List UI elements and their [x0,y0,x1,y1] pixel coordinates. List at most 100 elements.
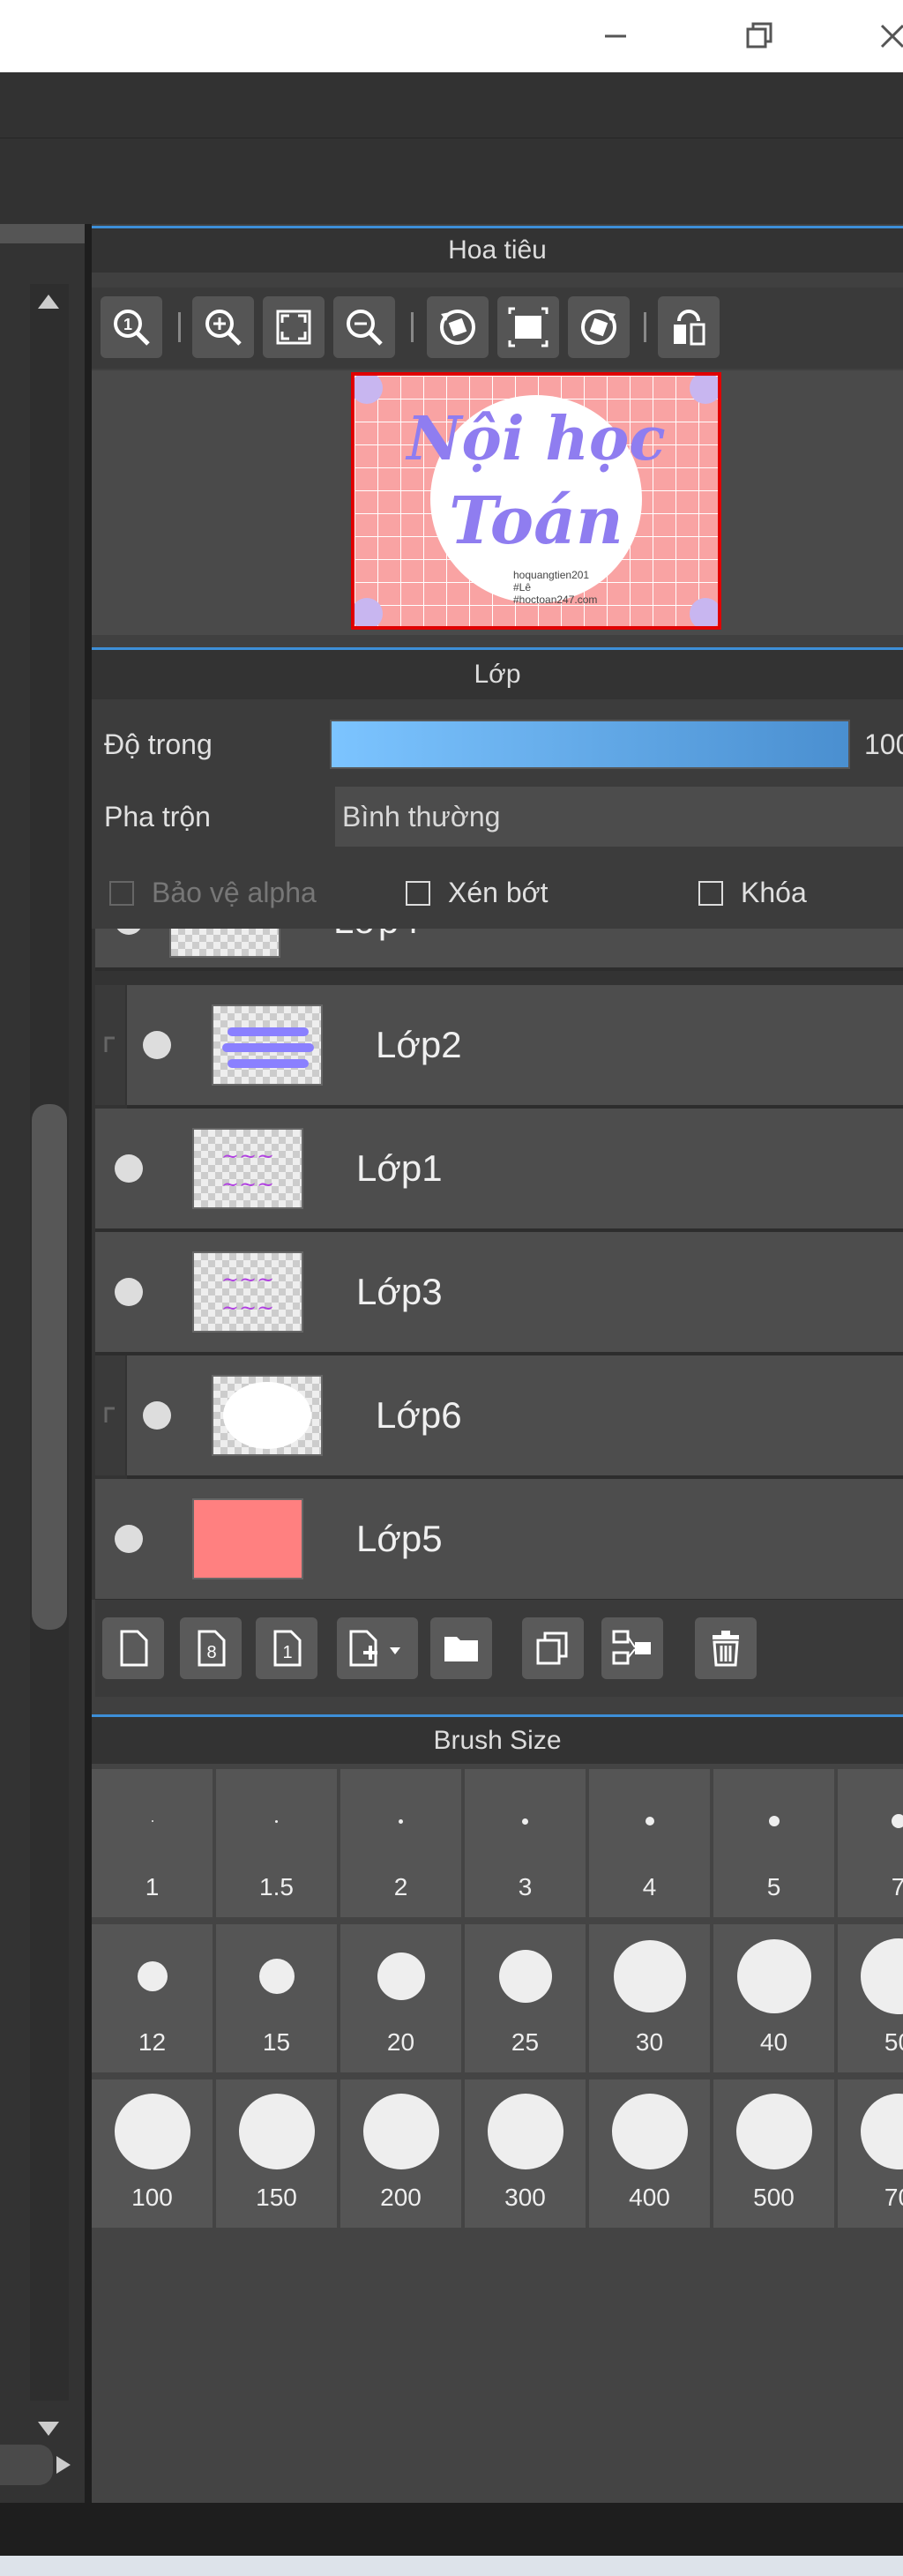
layer-toolbar: 8 1 [95,1600,903,1697]
brush-size-preview [735,2079,812,2184]
brush-size-label: 5 [766,1873,781,1900]
add-layer-menu-button[interactable] [337,1617,418,1679]
opacity-value: 100 [864,728,903,760]
duplicate-layer-button[interactable] [522,1617,584,1679]
fit-window-button[interactable] [497,296,559,358]
visibility-eye-icon[interactable] [115,1525,143,1553]
layer-row[interactable]: Lớp4 [95,929,903,971]
fit-button[interactable] [263,296,325,358]
toolbar-separator [644,312,646,342]
visibility-eye-icon[interactable] [115,929,143,935]
new-layer-button[interactable] [102,1617,164,1679]
layer-thumbnail [169,929,280,958]
brush-size-cell[interactable]: 12 [92,1924,213,2072]
zoom-actual-button[interactable]: 1 [101,296,162,358]
brush-size-preview [114,2079,190,2184]
brush-size-cell[interactable]: 300 [465,2079,586,2228]
panel-divider[interactable] [85,224,92,2503]
horizontal-scrollbar-thumb[interactable] [0,2445,53,2485]
brush-size-label: 500 [753,2184,795,2211]
brush-size-cell[interactable]: 150 [216,2079,337,2228]
lock-box [698,880,723,906]
new-8bit-layer-button[interactable]: 8 [180,1617,242,1679]
clip-checkbox[interactable]: Xén bớt [406,877,549,909]
brush-size-cell[interactable]: 50 [838,1924,903,2072]
rotate-right-button[interactable] [568,296,630,358]
layer-row[interactable]: Lớp5 [95,1479,903,1600]
merge-layer-button[interactable] [601,1617,663,1679]
brush-size-cell[interactable]: 500 [713,2079,834,2228]
new-folder-button[interactable] [430,1617,492,1679]
brush-dot [611,2094,688,2169]
brush-size-cell[interactable]: 2 [340,1769,461,1917]
rotate-left-button[interactable] [427,296,489,358]
scroll-down-arrow-icon[interactable] [35,2418,62,2444]
layer-row[interactable]: Lớp6 [127,1355,903,1479]
navigator-preview[interactable]: Nội học Toán hoquangtien201 #Lê #hoctoan… [351,372,721,630]
zoom-in-button[interactable] [192,296,254,358]
brush-size-label: 4 [642,1873,657,1900]
brush-size-label: 50 [884,2028,903,2056]
brush-size-cell[interactable]: 5 [713,1769,834,1917]
brush-size-cell[interactable]: 15 [216,1924,337,2072]
visibility-eye-icon[interactable] [115,1278,143,1306]
brush-size-cell[interactable]: 3 [465,1769,586,1917]
delete-icon [713,1631,739,1667]
visibility-eye-icon[interactable] [115,1154,143,1183]
brush-size-preview [258,1924,295,2028]
brush-size-cell[interactable]: 25 [465,1924,586,2072]
restore-button[interactable] [734,12,783,60]
close-icon [880,24,903,49]
layer-row[interactable]: ~~~ ~~~ Lớp3 [95,1232,903,1355]
blend-mode-select[interactable]: Bình thường [335,787,903,847]
delete-layer-button[interactable] [695,1617,757,1679]
visibility-eye-icon[interactable] [143,1031,171,1059]
brush-dot [377,1953,425,2000]
layer-row[interactable]: ~~~ ~~~ Lớp1 [95,1109,903,1232]
brush-size-label: 40 [759,2028,788,2056]
toolbar-separator [178,312,181,342]
visibility-eye-icon[interactable] [143,1401,171,1430]
scrollbar-thumb[interactable] [32,1104,67,1630]
layer-thumbnail [212,1375,323,1456]
scroll-right-arrow-icon[interactable] [53,2453,72,2481]
zoom-out-button[interactable] [333,296,395,358]
brush-size-cell[interactable]: 100 [92,2079,213,2228]
layer-row[interactable]: Lớp2 [127,985,903,1109]
new-1bit-layer-button[interactable]: 1 [256,1617,317,1679]
brush-dot [258,1959,295,1994]
protect-alpha-checkbox[interactable]: Bảo vệ alpha [109,877,317,909]
brush-size-cell[interactable]: 7 [838,1769,903,1917]
scroll-up-arrow-icon[interactable] [35,291,62,317]
preview-title-line2: Toán [449,483,623,559]
brush-size-cell[interactable]: 4 [589,1769,710,1917]
brush-dot [399,1818,403,1824]
brush-size-cell[interactable]: 40 [713,1924,834,2072]
brush-size-preview [498,1924,552,2028]
brush-size-cell[interactable]: 1 [92,1769,213,1917]
brush-size-cell[interactable]: 70 [838,2079,903,2228]
layer-thumbnail [212,1004,323,1086]
opacity-slider[interactable] [330,720,850,769]
close-button[interactable] [873,12,903,60]
brush-size-cell[interactable]: 20 [340,1924,461,2072]
layer-panel-title: Lớp [92,647,903,699]
brush-size-cell[interactable]: 30 [589,1924,710,2072]
brush-size-preview [522,1769,528,1873]
brush-size-label: 1.5 [259,1873,294,1900]
brush-size-label: 12 [138,2028,167,2056]
lock-checkbox[interactable]: Khóa [698,877,807,909]
brush-size-cell[interactable]: 1.5 [216,1769,337,1917]
merge-icon [612,1630,651,1665]
flip-button[interactable] [658,296,720,358]
brush-size-preview [736,1924,811,2028]
brush-dot [522,1818,528,1825]
brush-size-preview [487,2079,563,2184]
brush-dot [114,2094,190,2169]
brush-size-cell[interactable]: 200 [340,2079,461,2228]
minimize-button[interactable] [591,12,640,60]
brush-dot [860,1938,903,2014]
brush-dot [362,2094,439,2169]
brush-size-cell[interactable]: 400 [589,2079,710,2228]
toolbar-separator [411,312,414,342]
